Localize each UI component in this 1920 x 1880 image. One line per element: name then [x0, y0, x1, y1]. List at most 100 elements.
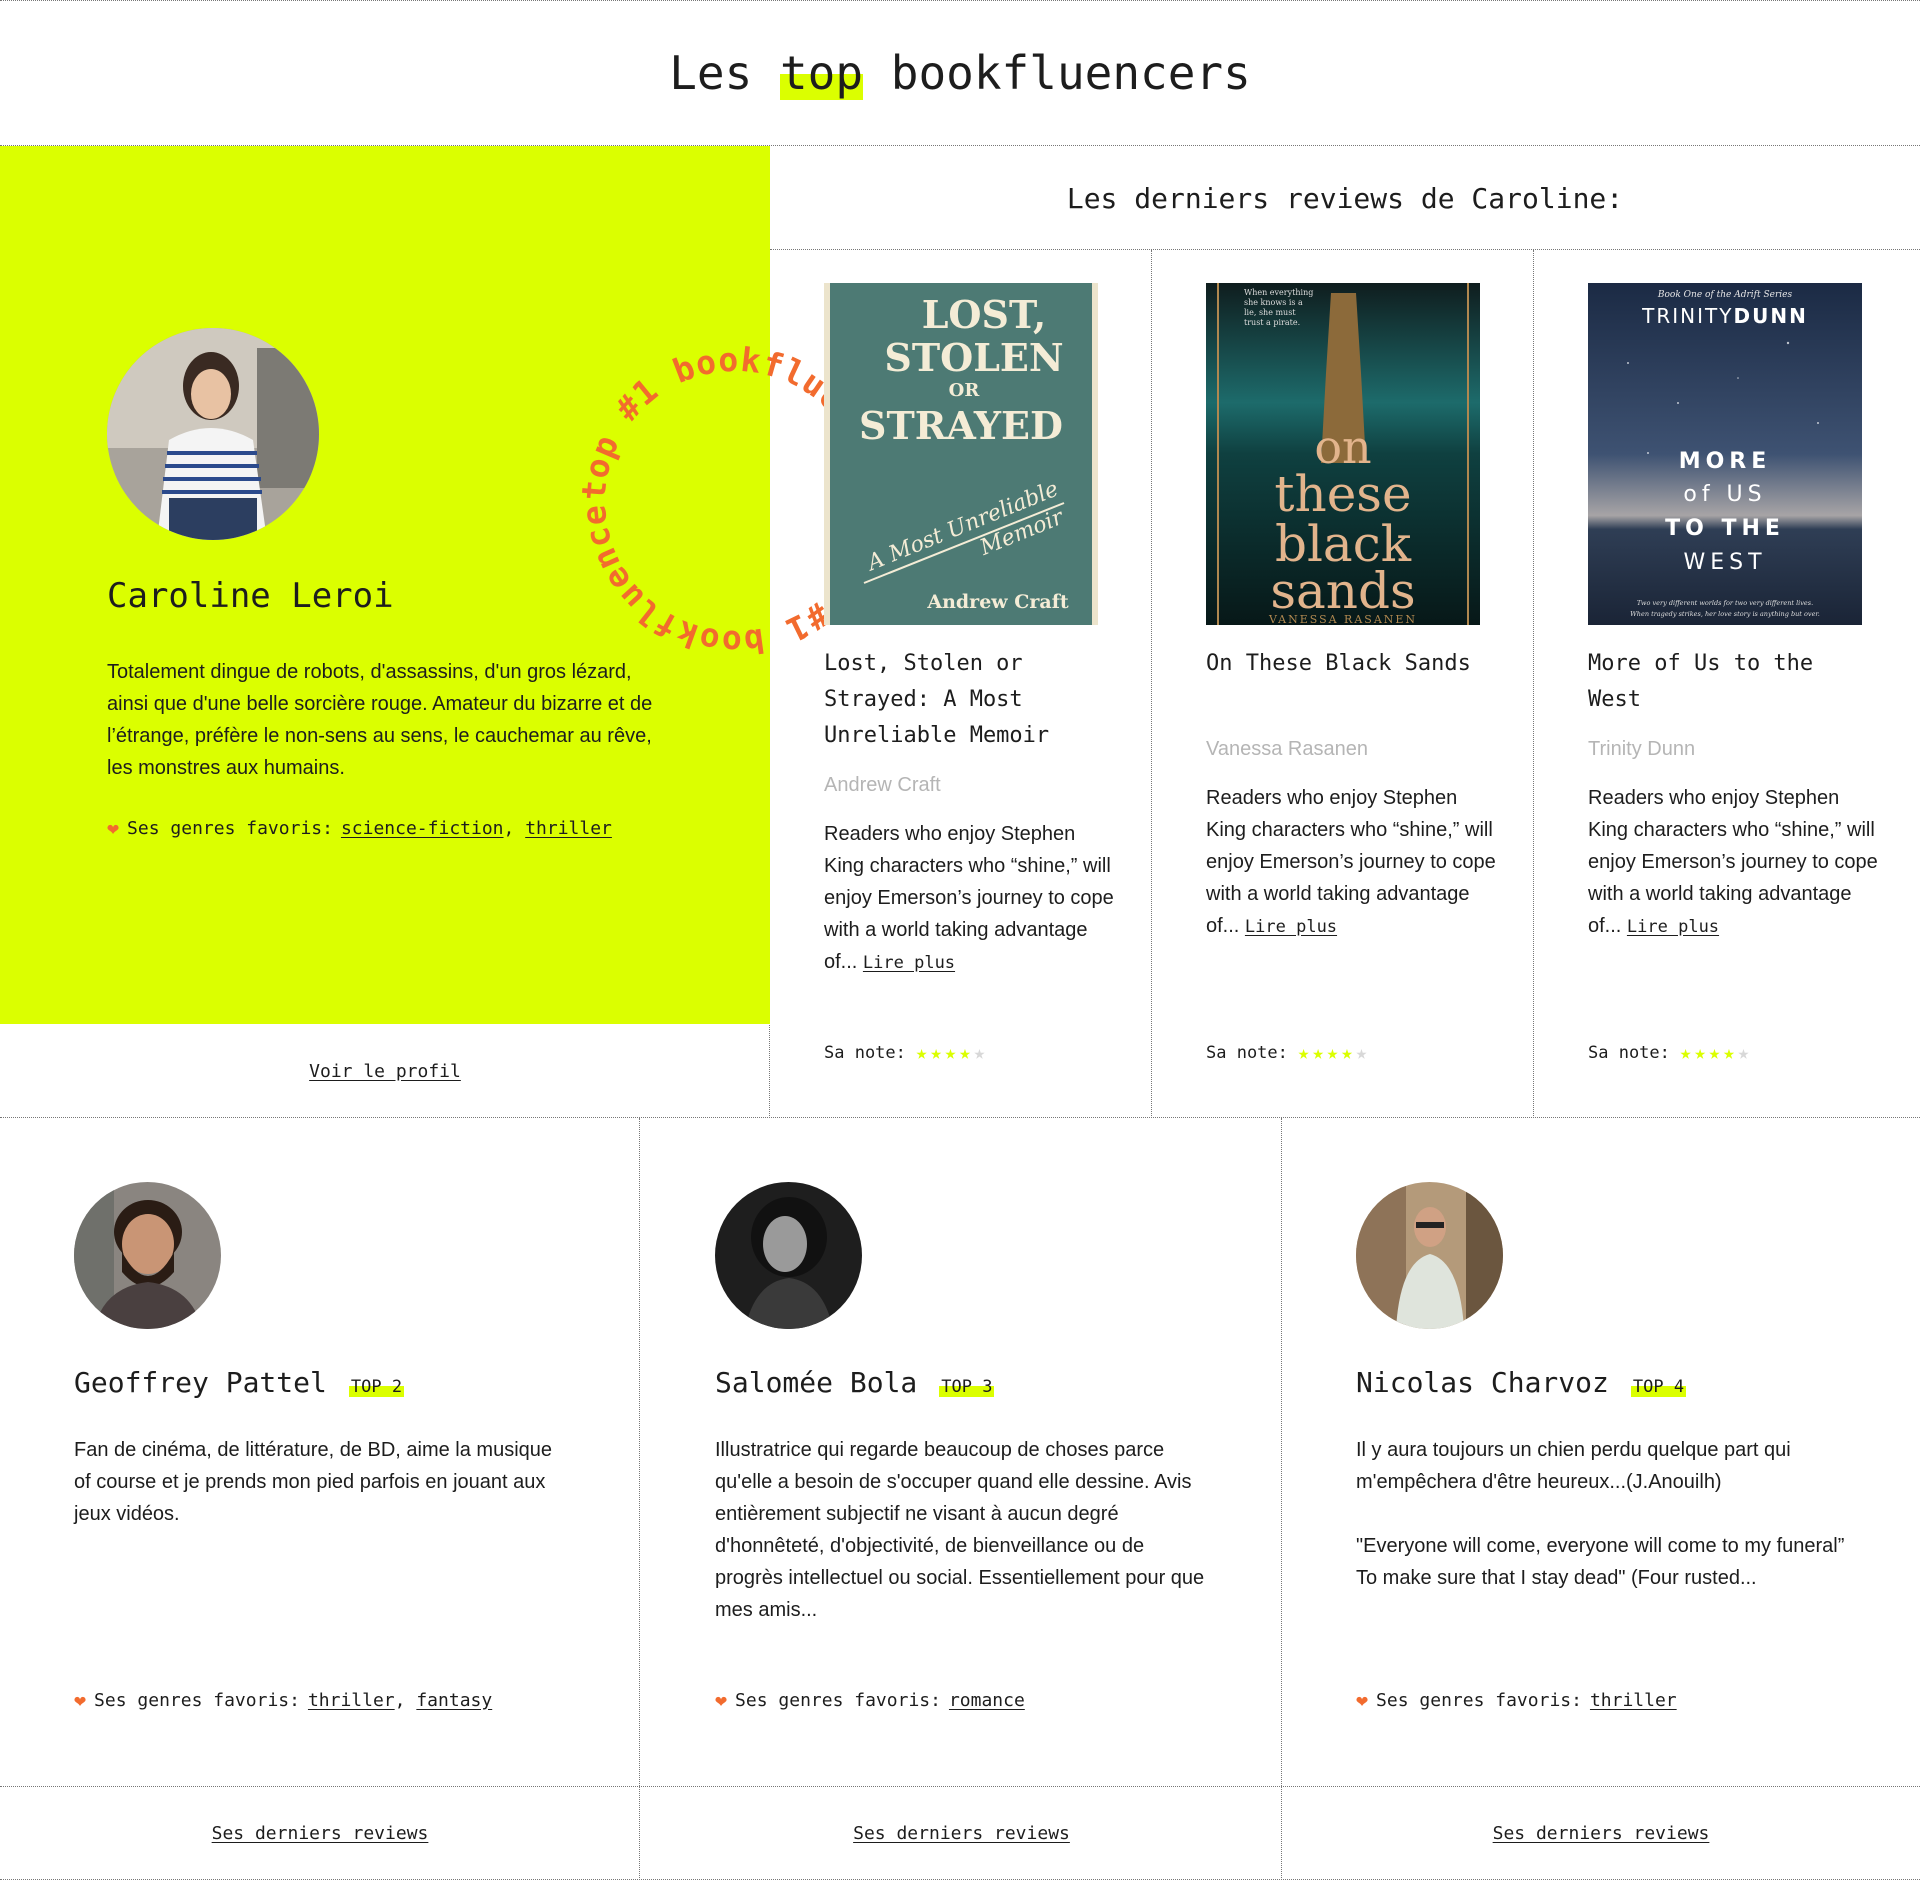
heart-icon: ❤	[1356, 1688, 1369, 1712]
review-card: When everything she knows is a lie, she …	[1152, 250, 1534, 1118]
genre-link[interactable]: fantasy	[416, 1690, 492, 1711]
view-profile-link[interactable]: Voir le profil	[309, 1061, 461, 1082]
genres-label: Ses genres favoris:	[94, 1689, 300, 1711]
book-cover[interactable]: LOST, STOLEN OR STRAYED A Most Unreliabl…	[824, 283, 1098, 625]
star-icon: ★	[1708, 1042, 1721, 1064]
genres-label: Ses genres favoris:	[127, 817, 333, 839]
svg-text:LOST,: LOST,	[922, 292, 1047, 337]
review-excerpt: Readers who enjoy Stephen King character…	[824, 823, 1114, 973]
read-more-link[interactable]: Lire plus	[1627, 917, 1719, 937]
star-icon: ★	[930, 1042, 942, 1064]
svg-text:of US: of US	[1683, 482, 1766, 507]
read-more-link[interactable]: Lire plus	[1245, 917, 1337, 937]
star-icon: ★	[959, 1042, 971, 1064]
book-author: Trinity Dunn	[1588, 738, 1696, 760]
star-icon: ★	[915, 1042, 928, 1064]
bookfluencer-name: Geoffrey Pattel	[74, 1366, 327, 1399]
genres-label: Ses genres favoris:	[735, 1689, 941, 1711]
read-more-link[interactable]: Lire plus	[863, 953, 955, 973]
reviews-title: Les derniers reviews de Caroline:	[1066, 181, 1624, 215]
star-icon: ★	[1355, 1042, 1368, 1064]
svg-text:When everything: When everything	[1244, 288, 1313, 297]
favorite-genres: ❤ Ses genres favoris: thriller, fantasy	[74, 1688, 493, 1712]
bookfluencer-bio: Fan de cinéma, de littérature, de BD, ai…	[74, 1439, 553, 1525]
latest-reviews-link[interactable]: Ses derniers reviews	[212, 1823, 429, 1844]
star-icon: ★	[1679, 1042, 1692, 1064]
rating-label: Sa note:	[1588, 1043, 1670, 1063]
svg-text:lie, she must: lie, she must	[1244, 308, 1296, 317]
svg-text:sands: sands	[1270, 562, 1415, 620]
svg-text:she knows is a: she knows is a	[1244, 298, 1303, 307]
book-author: Vanessa Rasanen	[1206, 738, 1368, 760]
title-highlight: top	[779, 46, 864, 100]
genre-link[interactable]: thriller	[308, 1690, 395, 1711]
genre-link[interactable]: thriller	[525, 818, 612, 839]
heart-icon: ❤	[74, 1688, 87, 1712]
avatar[interactable]	[74, 1182, 221, 1329]
latest-reviews-link[interactable]: Ses derniers reviews	[1493, 1823, 1710, 1844]
svg-text:When tragedy strikes, her love: When tragedy strikes, her love story is …	[1630, 610, 1820, 618]
svg-text:TRINITYDUNN: TRINITYDUNN	[1641, 304, 1808, 328]
svg-text:Two very different worlds for: Two very different worlds for two very d…	[1637, 599, 1813, 607]
page-header: Les top bookfluencers	[0, 0, 1920, 146]
svg-text:Book One of the Adrift Series: Book One of the Adrift Series	[1657, 290, 1793, 300]
heart-icon: ❤	[107, 816, 120, 840]
avatar[interactable]	[107, 328, 319, 540]
svg-text:MORE: MORE	[1679, 449, 1772, 474]
rating: Sa note: ★ ★ ★ ★ ★	[1588, 1042, 1749, 1064]
svg-text:Andrew Craft: Andrew Craft	[926, 591, 1069, 613]
star-icon: ★	[1341, 1042, 1353, 1064]
genre-link[interactable]: thriller	[1590, 1690, 1677, 1711]
favorite-genres: ❤ Ses genres favoris: thriller	[1356, 1688, 1677, 1712]
book-title: On These Black Sands	[1206, 651, 1471, 676]
book-title: Lost, Stolen or Strayed: A Most Unreliab…	[824, 651, 1050, 748]
svg-text:OR: OR	[949, 380, 981, 401]
book-title: More of Us to the West	[1588, 651, 1814, 712]
book-cover[interactable]: Book One of the Adrift Series TRINITYDUN…	[1588, 283, 1862, 625]
rank-badge: TOP 3	[939, 1377, 995, 1397]
review-card: Book One of the Adrift Series TRINITYDUN…	[1534, 250, 1916, 1118]
rating: Sa note: ★ ★ ★ ★ ★	[824, 1042, 985, 1064]
featured-bookfluencer: Caroline Leroi Totalement dingue de robo…	[0, 146, 895, 1024]
svg-text:STRAYED: STRAYED	[859, 403, 1063, 448]
book-author: Andrew Craft	[824, 774, 941, 796]
svg-text:trust a pirate.: trust a pirate.	[1244, 318, 1300, 327]
star-icon: ★	[1312, 1042, 1324, 1064]
star-icon: ★	[973, 1042, 986, 1064]
bookfluencer-bio: Illustratrice qui regarde beaucoup de ch…	[715, 1439, 1205, 1621]
rank-badge: TOP 4	[1630, 1377, 1687, 1397]
review-card: LOST, STOLEN OR STRAYED A Most Unreliabl…	[770, 250, 1152, 1118]
svg-text:VANESSA RASANEN: VANESSA RASANEN	[1268, 613, 1417, 625]
rating: Sa note: ★ ★ ★ ★ ★	[1206, 1042, 1367, 1064]
review-excerpt: Readers who enjoy Stephen King character…	[1206, 787, 1496, 937]
bookfluencer-name: Salomée Bola	[715, 1366, 918, 1399]
book-cover[interactable]: When everything she knows is a lie, she …	[1206, 283, 1480, 625]
avatar[interactable]	[1356, 1182, 1503, 1329]
bookfluencer-card: Salomée Bola TOP 3 Illustratrice qui reg…	[641, 1118, 1282, 1786]
rating-stars: ★ ★ ★ ★ ★	[1298, 1042, 1367, 1064]
genres-label: Ses genres favoris:	[1376, 1689, 1582, 1711]
page-title: Les top bookfluencers	[669, 46, 1251, 100]
genre-link[interactable]: science-fiction	[341, 818, 504, 839]
bookfluencer-card: Geoffrey Pattel TOP 2 Fan de cinéma, de …	[0, 1118, 641, 1786]
star-icon: ★	[1737, 1042, 1750, 1064]
favorite-genres: ❤ Ses genres favoris: science-fiction, t…	[107, 816, 612, 840]
star-icon: ★	[1723, 1042, 1735, 1064]
avatar[interactable]	[715, 1182, 862, 1329]
rank-badge: TOP 2	[348, 1377, 405, 1397]
bookfluencer-bio: Il y aura toujours un chien perdu quelqu…	[1356, 1439, 1845, 1589]
heart-icon: ❤	[715, 1688, 728, 1712]
bookfluencer-card: Nicolas Charvoz TOP 4 Il y aura toujours…	[1282, 1118, 1920, 1786]
review-excerpt: Readers who enjoy Stephen King character…	[1588, 787, 1878, 937]
featured-name: Caroline Leroi	[107, 576, 394, 616]
star-icon: ★	[944, 1042, 957, 1064]
svg-text:TO THE: TO THE	[1665, 516, 1785, 541]
latest-reviews-link[interactable]: Ses derniers reviews	[853, 1823, 1070, 1844]
favorite-genres: ❤ Ses genres favoris: romance	[715, 1688, 1025, 1712]
genre-link[interactable]: romance	[949, 1690, 1025, 1711]
rating-label: Sa note:	[1206, 1043, 1288, 1063]
star-icon: ★	[1694, 1042, 1706, 1064]
star-icon: ★	[1297, 1042, 1310, 1064]
rating-stars: ★ ★ ★ ★ ★	[916, 1042, 985, 1064]
star-icon: ★	[1326, 1042, 1339, 1064]
